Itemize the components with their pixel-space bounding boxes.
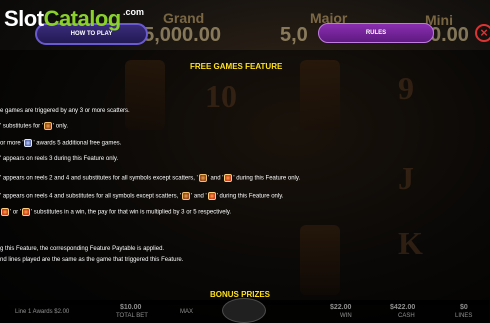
rule-line: or more ' ' awards 5 additional free game… bbox=[0, 139, 121, 147]
rule-text: or more ' bbox=[0, 140, 24, 147]
logo-catalog-text: Catalog bbox=[43, 6, 122, 31]
jackpot-major-value: 5,0 bbox=[280, 24, 308, 46]
wild-symbol-icon bbox=[21, 208, 30, 216]
lines-value: $0 bbox=[460, 304, 468, 311]
rule-line: g this Feature, the corresponding Featur… bbox=[0, 246, 164, 252]
rule-text: ' and ' bbox=[207, 175, 224, 182]
scatter-symbol-icon bbox=[182, 192, 191, 200]
rule-text: ' or ' bbox=[10, 209, 21, 216]
rule-text: ' appears on reels 4 and substitutes for… bbox=[0, 193, 182, 200]
wild-symbol-icon bbox=[224, 174, 233, 182]
total-bet-value: $10.00 bbox=[120, 304, 142, 311]
game-screen: 10 9 J K Grand $5,000.00 Major 5,0 Mini … bbox=[0, 0, 490, 323]
rule-text: ' only. bbox=[52, 123, 69, 130]
close-icon[interactable]: × bbox=[475, 24, 490, 42]
max-bet-button[interactable]: MAX bbox=[180, 309, 193, 315]
spin-button[interactable] bbox=[222, 298, 266, 323]
rule-text: ' and ' bbox=[191, 193, 207, 200]
rule-line: ' appears on reels 4 and substitutes for… bbox=[0, 192, 283, 200]
slotcatalog-logo: SlotCatalog bbox=[4, 6, 121, 32]
scatter-symbol-icon bbox=[43, 122, 52, 130]
jackpot-mini-value: 0.00 bbox=[430, 24, 469, 46]
rule-text: ' substitutes for ' bbox=[0, 123, 43, 130]
rule-line: ' appears on reels 2 and 4 and substitut… bbox=[0, 174, 300, 182]
feather-symbol-icon bbox=[24, 139, 33, 147]
wild-symbol-icon bbox=[1, 208, 9, 216]
rule-text: ' appears on reels 2 and 4 and substitut… bbox=[0, 175, 198, 182]
total-bet-label: TOTAL BET bbox=[116, 313, 148, 319]
scatter-symbol-icon bbox=[198, 174, 207, 182]
rule-line: ' substitutes for ' ' only. bbox=[0, 122, 68, 130]
logo-slot-text: Slot bbox=[4, 6, 44, 31]
cash-value: $422.00 bbox=[390, 304, 416, 311]
rule-text: ' substitutes in a win, the pay for that… bbox=[30, 209, 232, 216]
rule-text: ' during this Feature only. bbox=[216, 193, 284, 200]
cash-label: CASH bbox=[398, 313, 415, 319]
rule-text: ' during this Feature only. bbox=[233, 175, 301, 182]
free-games-title: FREE GAMES FEATURE bbox=[190, 62, 283, 71]
rule-text: e games are triggered by any 3 or more s… bbox=[0, 108, 130, 114]
rules-button[interactable]: RULES bbox=[318, 23, 434, 43]
wild-symbol-icon bbox=[207, 192, 216, 200]
rule-text: ' appears on reels 3 during this Feature… bbox=[0, 156, 119, 162]
rule-line: nd lines played are the same as the game… bbox=[0, 257, 183, 263]
win-value: $22.00 bbox=[330, 304, 352, 311]
rule-line: e games are triggered by any 3 or more s… bbox=[0, 108, 130, 114]
logo-com-text: .com bbox=[123, 7, 145, 17]
win-label: WIN bbox=[340, 313, 352, 319]
rule-text: g this Feature, the corresponding Featur… bbox=[0, 246, 165, 252]
line-win-info: Line 1 Awards $2.00 bbox=[15, 309, 70, 315]
rules-panel: FREE GAMES FEATURE e games are triggered… bbox=[0, 50, 490, 305]
lines-label: LINES bbox=[455, 313, 473, 319]
rule-text: ' awards 5 additional free games. bbox=[33, 140, 122, 147]
rule-line: ' appears on reels 3 during this Feature… bbox=[0, 156, 118, 162]
rule-text: nd lines played are the same as the game… bbox=[0, 257, 184, 263]
rule-line: ' or ' ' substitutes in a win, the pay fo… bbox=[0, 208, 231, 216]
